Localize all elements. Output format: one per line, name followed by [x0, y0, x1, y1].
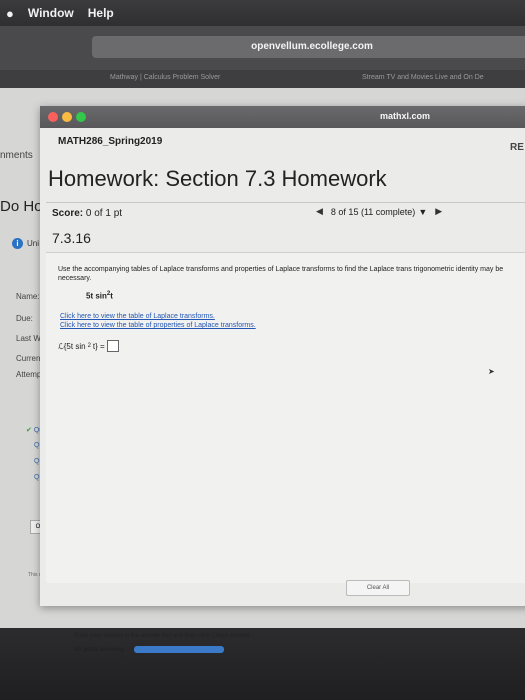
bg-due-label: Due:	[16, 314, 33, 323]
url-bar[interactable]: openvellum.ecollege.com	[92, 36, 525, 58]
resources-link[interactable]: RE	[510, 142, 524, 153]
close-icon[interactable]	[48, 112, 58, 122]
mathxl-window: mathxl.com MATH286_Spring2019 RE Homewor…	[40, 106, 525, 653]
zoom-icon[interactable]	[76, 112, 86, 122]
answer-input[interactable]	[106, 340, 119, 352]
course-name: MATH286_Spring2019	[58, 136, 163, 147]
minimize-icon[interactable]	[62, 112, 72, 122]
bookmark-stream[interactable]: Stream TV and Movies Live and On De	[362, 74, 484, 81]
bg-unit-info: i Uni	[12, 238, 39, 249]
menu-bar: ● Window Help	[0, 0, 525, 26]
answer-equation: ℒ{5t sin 2 t} =	[58, 340, 119, 352]
bg-current-label: Current	[16, 354, 43, 363]
window-title: mathxl.com	[380, 111, 431, 121]
info-icon: i	[12, 238, 23, 249]
question-select[interactable]: 8 of 15 (11 complete) ▼	[331, 207, 427, 217]
page-title: Homework: Section 7.3 Homework	[48, 166, 387, 191]
apple-icon[interactable]: ●	[6, 6, 14, 21]
browser-toolbar: openvellum.ecollege.com	[0, 26, 525, 70]
chevron-down-icon: ▼	[418, 206, 428, 217]
mouse-cursor-icon: ➤	[488, 367, 495, 376]
menu-window[interactable]: Window	[28, 6, 74, 20]
question-number: 7.3.16	[52, 230, 91, 246]
instruction-footer: Enter your answer in the answer box and …	[74, 633, 252, 639]
bookmarks-bar: Mathway | Calculus Problem Solver Stream…	[0, 70, 525, 88]
parts-status: All parts showing	[74, 646, 225, 653]
bg-name-label: Name:	[16, 292, 40, 301]
score-row: Score: 0 of 1 pt ◀ 8 of 15 (11 complete)…	[46, 202, 525, 225]
score-value: 0 of 1 pt	[85, 208, 123, 219]
window-titlebar: mathxl.com	[40, 106, 525, 128]
check-icon: ✔	[26, 427, 32, 434]
progress-bar	[134, 646, 225, 653]
laplace-properties-link[interactable]: Click here to view the table of properti…	[60, 322, 256, 329]
question-navigator: ◀ 8 of 15 (11 complete) ▼ ▶	[316, 206, 442, 217]
score: Score: 0 of 1 pt	[52, 208, 122, 219]
question-expression: 5t sin2t	[86, 291, 113, 301]
prev-question-icon[interactable]: ◀	[316, 206, 323, 217]
next-question-icon[interactable]: ▶	[435, 206, 442, 217]
bg-assignments-label: nments	[0, 150, 33, 161]
bookmark-mathway[interactable]: Mathway | Calculus Problem Solver	[110, 74, 220, 81]
laplace-table-link[interactable]: Click here to view the table of Laplace …	[60, 313, 215, 320]
bg-unit-label: Uni	[27, 239, 40, 248]
question-instructions: Use the accompanying tables of Laplace t…	[58, 266, 504, 282]
clear-all-button[interactable]: Clear All	[346, 580, 410, 596]
question-content: Use the accompanying tables of Laplace t…	[46, 252, 525, 653]
menu-help[interactable]: Help	[88, 6, 114, 20]
score-label: Score:	[52, 208, 84, 219]
